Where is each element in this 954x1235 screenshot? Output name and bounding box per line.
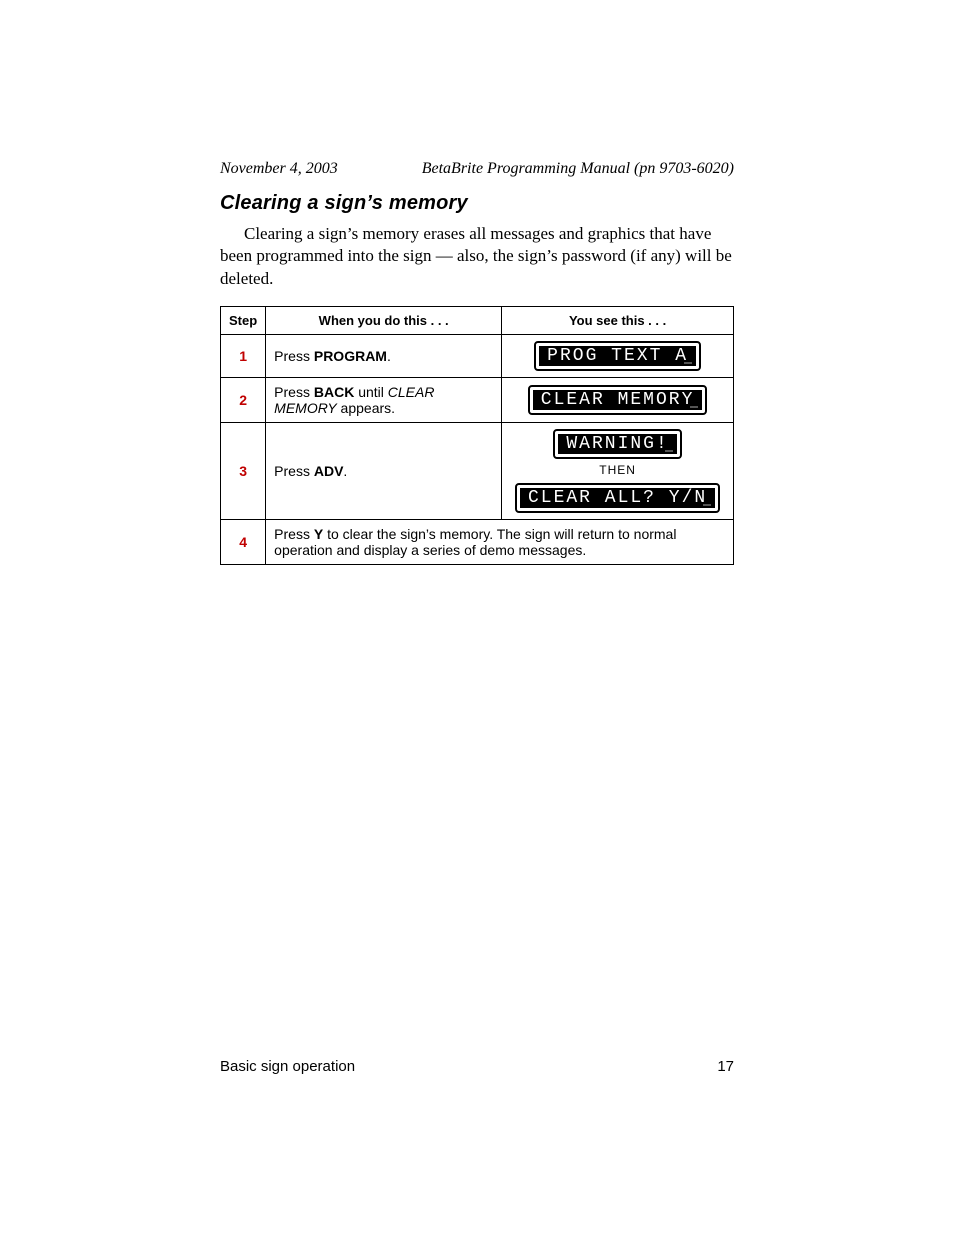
do-cell: Press PROGRAM. bbox=[266, 335, 502, 378]
footer-section: Basic sign operation bbox=[220, 1058, 355, 1075]
key-name: BACK bbox=[314, 384, 354, 400]
led-sign: WARNING! bbox=[553, 429, 681, 459]
step-number: 2 bbox=[221, 378, 266, 423]
led-sign: CLEAR ALL? Y/N bbox=[515, 483, 720, 513]
running-header: November 4, 2003 BetaBrite Programming M… bbox=[220, 160, 734, 178]
text: Press bbox=[274, 463, 314, 479]
led-sign-text: PROG TEXT A bbox=[539, 346, 696, 366]
page: November 4, 2003 BetaBrite Programming M… bbox=[0, 0, 954, 1235]
col-header-step: Step bbox=[221, 307, 266, 335]
col-header-see: You see this . . . bbox=[502, 307, 734, 335]
table-row: 3 Press ADV. WARNING! THEN CLEAR ALL? Y/… bbox=[221, 423, 734, 520]
key-name: ADV bbox=[314, 463, 344, 479]
header-manual-title: BetaBrite Programming Manual (pn 9703-60… bbox=[422, 160, 734, 178]
led-sign-text: CLEAR MEMORY bbox=[533, 390, 703, 410]
table-header-row: Step When you do this . . . You see this… bbox=[221, 307, 734, 335]
do-cell-full: Press Y to clear the sign’s memory. The … bbox=[266, 520, 734, 565]
intro-paragraph: Clearing a sign’s memory erases all mess… bbox=[220, 223, 734, 290]
text: until bbox=[354, 384, 387, 400]
text: appears. bbox=[337, 400, 395, 416]
step-number: 3 bbox=[221, 423, 266, 520]
text: Press bbox=[274, 384, 314, 400]
text: Press bbox=[274, 348, 314, 364]
key-name: Y bbox=[314, 526, 323, 542]
then-label: THEN bbox=[510, 463, 725, 477]
see-cell: PROG TEXT A bbox=[502, 335, 734, 378]
page-footer: Basic sign operation 17 bbox=[220, 1058, 734, 1075]
see-cell: CLEAR MEMORY bbox=[502, 378, 734, 423]
step-number: 4 bbox=[221, 520, 266, 565]
table-row: 2 Press BACK until CLEAR MEMORY appears.… bbox=[221, 378, 734, 423]
led-sign-text: WARNING! bbox=[558, 434, 676, 454]
do-cell: Press BACK until CLEAR MEMORY appears. bbox=[266, 378, 502, 423]
led-sign-text: CLEAR ALL? Y/N bbox=[520, 488, 715, 508]
footer-page-number: 17 bbox=[717, 1058, 734, 1075]
led-sign: CLEAR MEMORY bbox=[528, 385, 708, 415]
step-number: 1 bbox=[221, 335, 266, 378]
col-header-do: When you do this . . . bbox=[266, 307, 502, 335]
see-cell: WARNING! THEN CLEAR ALL? Y/N bbox=[502, 423, 734, 520]
text: to clear the sign’s memory. The sign wil… bbox=[274, 526, 676, 558]
led-sign: PROG TEXT A bbox=[534, 341, 701, 371]
text: . bbox=[343, 463, 347, 479]
text: . bbox=[387, 348, 391, 364]
section-title: Clearing a sign’s memory bbox=[220, 192, 734, 215]
steps-table: Step When you do this . . . You see this… bbox=[220, 306, 734, 565]
header-date: November 4, 2003 bbox=[220, 160, 338, 178]
key-name: PROGRAM bbox=[314, 348, 387, 364]
do-cell: Press ADV. bbox=[266, 423, 502, 520]
table-row: 1 Press PROGRAM. PROG TEXT A bbox=[221, 335, 734, 378]
table-row: 4 Press Y to clear the sign’s memory. Th… bbox=[221, 520, 734, 565]
text: Press bbox=[274, 526, 314, 542]
